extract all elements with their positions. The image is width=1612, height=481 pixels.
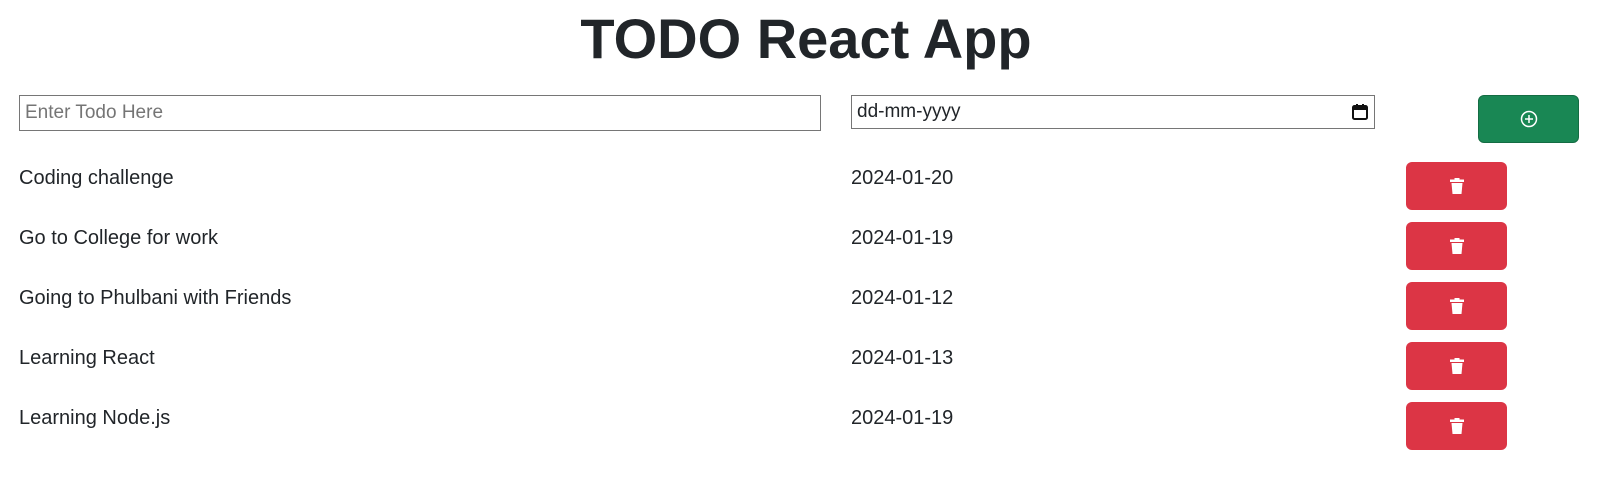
todo-item-date: 2024-01-13: [851, 347, 954, 369]
delete-todo-button[interactable]: [1406, 402, 1507, 450]
delete-todo-button[interactable]: [1406, 282, 1507, 330]
todo-item-date: 2024-01-19: [851, 227, 954, 249]
todo-item-date: 2024-01-20: [851, 167, 954, 189]
todo-item-name: Learning Node.js: [19, 407, 171, 429]
delete-todo-button[interactable]: [1406, 342, 1507, 390]
calendar-icon[interactable]: [1351, 103, 1369, 121]
trash-icon: [1449, 298, 1464, 314]
todo-item-name: Going to Phulbani with Friends: [19, 287, 292, 309]
add-todo-button[interactable]: [1478, 95, 1579, 143]
plus-circle-icon: [1520, 110, 1538, 128]
trash-icon: [1449, 178, 1464, 194]
date-input-value: dd-mm-yyyy: [857, 101, 961, 122]
todo-item-name: Go to College for work: [19, 227, 218, 249]
delete-todo-button[interactable]: [1406, 222, 1507, 270]
trash-icon: [1449, 418, 1464, 434]
page-title: TODO React App: [580, 7, 1032, 70]
delete-todo-button[interactable]: [1406, 162, 1507, 210]
trash-icon: [1449, 238, 1464, 254]
todo-name-input[interactable]: [19, 95, 821, 131]
todo-item-name: Coding challenge: [19, 167, 174, 189]
todo-item-date: 2024-01-19: [851, 407, 954, 429]
todo-item-date: 2024-01-12: [851, 287, 954, 309]
trash-icon: [1449, 358, 1464, 374]
todo-item-name: Learning React: [19, 347, 155, 369]
todo-date-input[interactable]: dd-mm-yyyy: [851, 95, 1375, 129]
